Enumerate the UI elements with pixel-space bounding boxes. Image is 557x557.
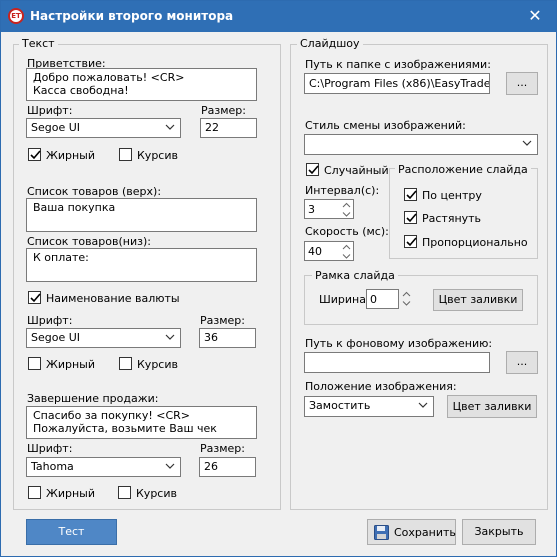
check-icon — [406, 190, 417, 200]
text-group-label: Текст — [19, 37, 58, 50]
greeting-font-value: Segoe UI — [31, 121, 81, 134]
interval-label: Интервал(с): — [305, 184, 380, 197]
currency-checkbox[interactable] — [28, 291, 41, 304]
sale-end-bold-checkbox[interactable] — [28, 486, 41, 499]
greeting-italic-checkbox[interactable] — [119, 148, 132, 161]
sale-end-field[interactable]: Спасибо за покупку! <CR> Пожалуйста, воз… — [26, 406, 257, 439]
greeting-font-select[interactable]: Segoe UI — [26, 118, 181, 138]
close-icon[interactable]: ✕ — [521, 4, 549, 28]
speed-label: Скорость (мс): — [305, 225, 389, 238]
greeting-bold-checkbox[interactable] — [28, 148, 41, 161]
greeting-font-label: Шрифт: — [27, 104, 73, 117]
frame-fill-color-button[interactable]: Цвет заливки — [433, 289, 523, 311]
floppy-disk-icon — [374, 525, 389, 540]
spin-down-icon[interactable] — [401, 299, 412, 308]
random-checkbox[interactable] — [306, 163, 319, 176]
check-icon — [406, 237, 417, 247]
chevron-down-icon — [522, 140, 532, 146]
random-label: Случайный — [324, 164, 389, 177]
spin-down-icon[interactable] — [341, 252, 352, 261]
list-size-field[interactable]: 36 — [199, 328, 256, 348]
style-label: Стиль смены изображений: — [305, 119, 466, 132]
check-icon — [406, 213, 417, 223]
image-position-value: Замостить — [309, 399, 371, 412]
image-position-label: Положение изображения: — [305, 380, 457, 393]
frame-width-label: Ширина: — [319, 293, 370, 306]
image-fill-color-button[interactable]: Цвет заливки — [447, 395, 537, 418]
bg-path-field[interactable] — [304, 352, 490, 373]
folder-field[interactable]: C:\Program Files (x86)\EasyTrade\Ea — [304, 73, 490, 94]
spin-down-icon[interactable] — [341, 210, 352, 219]
test-button[interactable]: Тест — [26, 519, 117, 545]
bg-path-label: Путь к фоновому изображению: — [305, 337, 493, 350]
chevron-down-icon — [165, 334, 175, 340]
check-icon — [30, 150, 41, 160]
list-italic-label: Курсив — [137, 358, 178, 371]
image-position-select[interactable]: Замостить — [304, 396, 434, 417]
settings-window: ET Настройки второго монитора ✕ Текст Пр… — [0, 0, 557, 557]
items-top-label: Список товаров (верх): — [27, 185, 162, 198]
list-size-label: Размер: — [200, 314, 245, 327]
currency-label: Наименование валюты — [46, 292, 180, 305]
greeting-size-field[interactable]: 22 — [200, 118, 257, 138]
proportional-label: Пропорционально — [422, 236, 528, 249]
window-title: Настройки второго монитора — [30, 9, 234, 23]
sale-end-size-field[interactable]: 26 — [199, 457, 256, 477]
items-bottom-label: Список товаров(низ): — [27, 235, 151, 248]
close-button[interactable]: Закрыть — [462, 519, 536, 545]
app-logo-icon: ET — [8, 8, 24, 24]
sale-end-italic-checkbox[interactable] — [118, 486, 131, 499]
spin-up-icon[interactable] — [341, 243, 352, 252]
folder-browse-button[interactable]: ... — [506, 72, 538, 95]
chevron-down-icon — [165, 124, 175, 130]
check-icon — [308, 165, 319, 175]
greeting-size-label: Размер: — [201, 104, 246, 117]
position-group-label: Расположение слайда — [395, 163, 531, 176]
list-font-value: Segoe UI — [31, 331, 81, 344]
center-label: По центру — [422, 189, 482, 202]
save-button-label: Сохранить — [394, 526, 456, 539]
items-bottom-field[interactable]: К оплате: — [26, 248, 257, 282]
proportional-checkbox[interactable] — [404, 235, 417, 248]
sale-end-font-select[interactable]: Tahoma — [26, 457, 181, 477]
stretch-label: Растянуть — [422, 212, 482, 225]
check-icon — [30, 293, 41, 303]
slideshow-group-label: Слайдшоу — [297, 37, 363, 50]
interval-spinner[interactable]: 3 — [304, 199, 354, 219]
chevron-down-icon — [418, 402, 428, 408]
list-italic-checkbox[interactable] — [119, 357, 132, 370]
stretch-checkbox[interactable] — [404, 211, 417, 224]
speed-value: 40 — [308, 245, 322, 258]
sale-end-size-label: Размер: — [200, 442, 245, 455]
items-top-field[interactable]: Ваша покупка — [26, 198, 257, 232]
frame-group-label: Рамка слайда — [312, 269, 398, 282]
title-bar: ET Настройки второго монитора ✕ — [1, 1, 556, 32]
greeting-field[interactable]: Добро пожаловать! <CR> Касса свободна! — [26, 68, 257, 101]
list-bold-checkbox[interactable] — [28, 357, 41, 370]
sale-end-italic-label: Курсив — [136, 487, 177, 500]
save-button[interactable]: Сохранить — [367, 519, 456, 545]
frame-width-spinner[interactable]: 0 — [366, 289, 399, 309]
sale-end-bold-label: Жирный — [46, 487, 96, 500]
speed-spinner[interactable]: 40 — [304, 241, 354, 261]
style-select[interactable] — [304, 134, 538, 155]
frame-width-value: 0 — [370, 293, 377, 306]
list-bold-label: Жирный — [46, 358, 96, 371]
list-font-select[interactable]: Segoe UI — [26, 328, 181, 348]
spin-up-icon[interactable] — [341, 201, 352, 210]
center-checkbox[interactable] — [404, 188, 417, 201]
sale-end-label: Завершение продажи: — [27, 392, 159, 405]
greeting-italic-label: Курсив — [137, 149, 178, 162]
sale-end-font-label: Шрифт: — [27, 442, 73, 455]
interval-value: 3 — [308, 203, 315, 216]
sale-end-font-value: Tahoma — [31, 460, 74, 473]
greeting-bold-label: Жирный — [46, 149, 96, 162]
chevron-down-icon — [165, 463, 175, 469]
spin-up-icon[interactable] — [401, 290, 412, 299]
folder-label: Путь к папке с изображениями: — [305, 58, 491, 71]
list-font-label: Шрифт: — [27, 314, 73, 327]
bg-browse-button[interactable]: ... — [506, 351, 538, 374]
